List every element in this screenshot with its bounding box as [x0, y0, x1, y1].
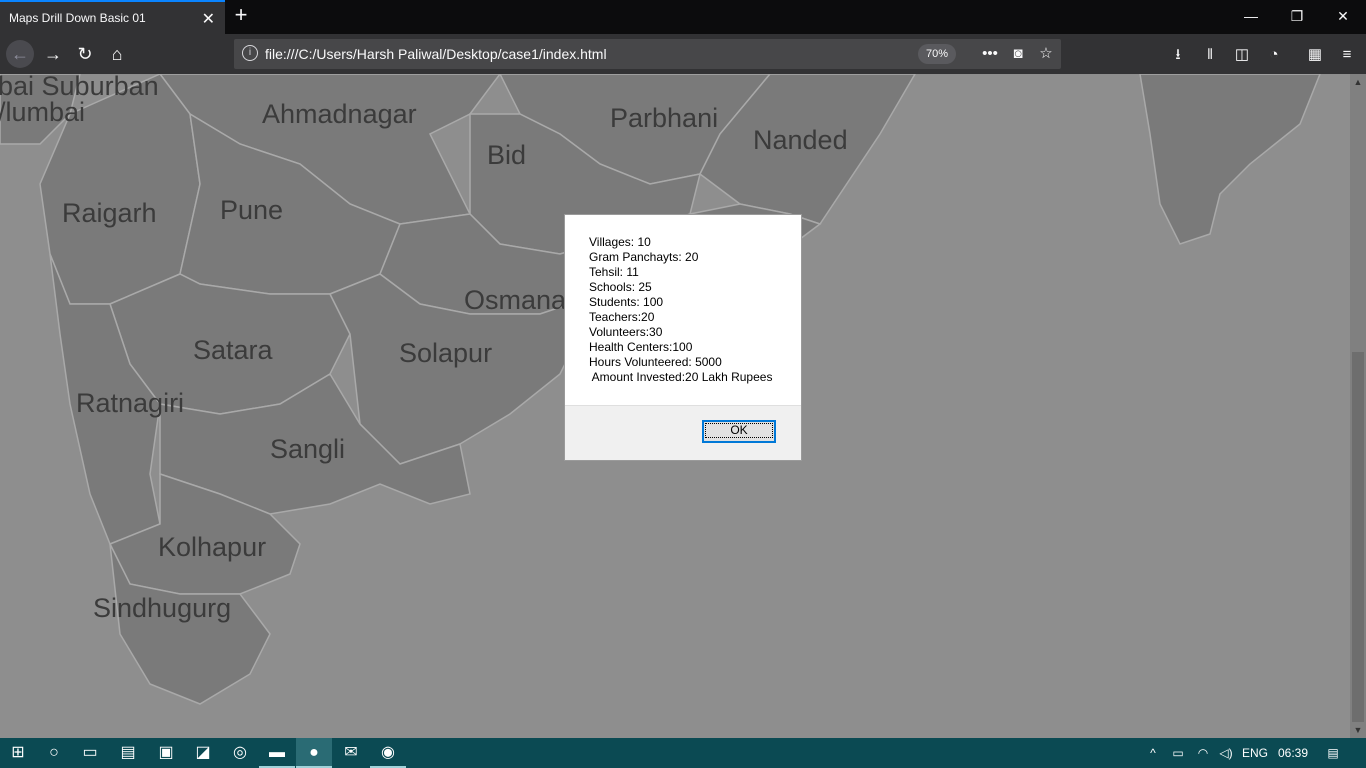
restore-icon[interactable]: ❐	[1274, 0, 1320, 32]
ok-button-label: OK	[705, 423, 773, 438]
menu-icon[interactable]: ≡	[1336, 44, 1358, 66]
navigation-toolbar: ← → ↻ ⌂ i file:///C:/Users/Harsh Paliwal…	[0, 34, 1366, 74]
alert-line-schools: Schools: 25	[589, 280, 652, 294]
new-tab-button[interactable]: +	[230, 4, 252, 28]
tab-title: Maps Drill Down Basic 01	[9, 11, 146, 25]
battery-icon[interactable]: ▭	[1167, 738, 1189, 768]
extensions-icon[interactable]: ▦	[1304, 44, 1326, 66]
alert-line-students: Students: 100	[589, 295, 664, 309]
action-center-icon[interactable]: ▤	[1320, 738, 1346, 768]
home-icon[interactable]: ⌂	[103, 40, 131, 68]
zoom-level-badge[interactable]: 70%	[918, 44, 956, 64]
close-tab-icon[interactable]: ✕	[202, 9, 215, 29]
district-label-mumbai[interactable]: /lumbai	[0, 97, 85, 128]
address-bar[interactable]: i file:///C:/Users/Harsh Paliwal/Desktop…	[234, 39, 1061, 69]
district-label-osmanabad[interactable]: Osmana	[464, 285, 566, 316]
settings-app-icon[interactable]: ◎	[222, 738, 258, 768]
district-label-ratnagiri[interactable]: Ratnagiri	[76, 388, 184, 419]
district-label-bid[interactable]: Bid	[487, 140, 526, 171]
browser-tab[interactable]: Maps Drill Down Basic 01 ✕	[0, 0, 225, 34]
task-view-icon[interactable]: ▭	[72, 738, 108, 768]
windows-taskbar: ⊞ ○ ▭ ▤ ▣ ◪ ◎ ▬ ● ✉ ◉ ^ ▭ ◠ ◁) ENG 06:39…	[0, 738, 1366, 768]
reload-icon[interactable]: ↻	[71, 40, 99, 68]
page-scrollbar[interactable]: ▲ ▼	[1350, 74, 1366, 738]
alert-line-amount-invested: Amount Invested:20 Lakh Rupees	[589, 370, 773, 384]
pocket-icon[interactable]: ◙	[1008, 44, 1028, 64]
alert-message: Villages: 10 Gram Panchayts: 20 Tehsil: …	[589, 235, 772, 385]
district-label-parbhani[interactable]: Parbhani	[610, 103, 718, 134]
file-explorer-icon[interactable]: ▬	[259, 738, 295, 768]
alert-line-gram-panchayats: Gram Panchayts: 20	[589, 250, 699, 264]
map-region-east	[1139, 74, 1321, 245]
search-icon[interactable]: ○	[36, 738, 72, 768]
minimize-icon[interactable]: —	[1228, 0, 1274, 32]
dialog-footer: OK	[565, 405, 801, 460]
notes-app-icon[interactable]: ▤	[110, 738, 146, 768]
district-label-ahmadnagar[interactable]: Ahmadnagar	[262, 99, 417, 130]
mail-app-icon[interactable]: ✉	[333, 738, 369, 768]
site-info-icon[interactable]: i	[242, 45, 258, 61]
scroll-down-icon[interactable]: ▼	[1350, 722, 1366, 738]
district-label-sindhugurg[interactable]: Sindhugurg	[93, 593, 231, 624]
library-icon[interactable]: 𝍪	[1199, 44, 1221, 66]
back-arrow-icon[interactable]: ←	[6, 40, 34, 68]
alert-line-volunteers: Volunteers:30	[589, 325, 663, 339]
district-label-kolhapur[interactable]: Kolhapur	[158, 532, 266, 563]
district-label-raigarh[interactable]: Raigarh	[62, 198, 157, 229]
district-label-nanded[interactable]: Nanded	[753, 125, 848, 156]
district-label-satara[interactable]: Satara	[193, 335, 273, 366]
sidebar-icon[interactable]: ◫	[1231, 44, 1253, 66]
wifi-icon[interactable]: ◠	[1192, 738, 1214, 768]
alert-line-teachers: Teachers:20	[589, 310, 655, 324]
alert-line-health-centers: Health Centers:100	[589, 340, 693, 354]
bookmark-star-icon[interactable]: ☆	[1036, 44, 1056, 64]
input-language[interactable]: ENG	[1240, 738, 1270, 768]
ok-button[interactable]: OK	[702, 420, 776, 443]
tab-strip: Maps Drill Down Basic 01 ✕ + — ❐ ✕	[0, 0, 1366, 34]
firefox-icon[interactable]: ●	[296, 738, 332, 768]
system-clock[interactable]: 06:39	[1276, 738, 1310, 768]
district-label-solapur[interactable]: Solapur	[399, 338, 492, 369]
remote-app-icon[interactable]: ◪	[185, 738, 221, 768]
district-label-sangli[interactable]: Sangli	[270, 434, 345, 465]
windows-start-icon[interactable]: ⊞	[0, 738, 36, 768]
downloads-icon[interactable]: ⭳	[1167, 44, 1189, 66]
alert-line-hours-volunteered: Hours Volunteered: 5000	[589, 355, 722, 369]
alert-line-tehsil: Tehsil: 11	[589, 265, 639, 279]
alert-line-villages: Villages: 10	[589, 235, 651, 249]
page-actions-icon[interactable]: •••	[980, 44, 1000, 64]
alert-dialog: Villages: 10 Gram Panchayts: 20 Tehsil: …	[564, 214, 802, 461]
scrollbar-thumb[interactable]	[1352, 352, 1364, 722]
account-icon[interactable]: ◔	[1263, 44, 1285, 66]
scroll-up-icon[interactable]: ▲	[1350, 74, 1366, 90]
window-close-icon[interactable]: ✕	[1320, 0, 1366, 32]
chrome-icon[interactable]: ◉	[370, 738, 406, 768]
forward-arrow-icon[interactable]: →	[39, 40, 67, 68]
tray-expand-icon[interactable]: ^	[1143, 738, 1163, 768]
volume-icon[interactable]: ◁)	[1215, 738, 1237, 768]
network-app-icon[interactable]: ▣	[148, 738, 184, 768]
url-text[interactable]: file:///C:/Users/Harsh Paliwal/Desktop/c…	[265, 46, 607, 62]
district-label-pune[interactable]: Pune	[220, 195, 283, 226]
